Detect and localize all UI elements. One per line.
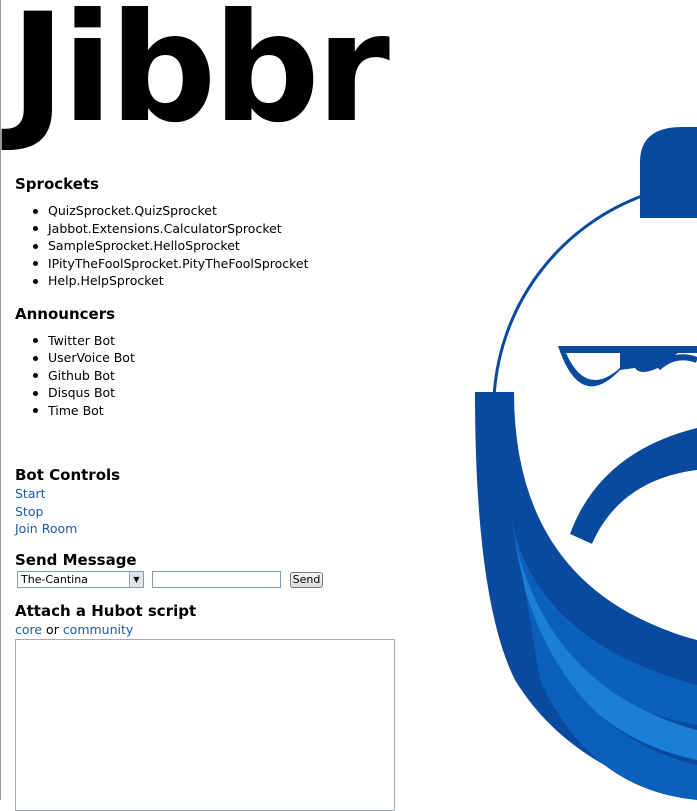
sprocket-item: Help.HelpSprocket: [33, 272, 455, 290]
announcers-section: Announcers Twitter Bot UserVoice Bot Git…: [15, 304, 455, 420]
stop-link[interactable]: Stop: [15, 503, 455, 521]
room-select-value: The-Cantina: [21, 573, 88, 586]
mascot-glasses: [558, 346, 697, 386]
announcer-item: Twitter Bot: [33, 332, 455, 350]
sprocket-item: IPityTheFoolSprocket.PityTheFoolSprocket: [33, 255, 455, 273]
announcer-item: UserVoice Bot: [33, 349, 455, 367]
message-input[interactable]: [152, 571, 281, 588]
site-logo: Jibbr: [10, 0, 386, 144]
chevron-down-icon[interactable]: ▼: [129, 572, 143, 587]
send-button[interactable]: Send: [290, 572, 323, 588]
sprockets-list: QuizSprocket.QuizSprocket Jabbot.Extensi…: [15, 202, 455, 290]
bot-controls-section: Bot Controls Start Stop Join Room: [15, 465, 455, 538]
mascot-hat: [640, 127, 697, 218]
main-content: Sprockets QuizSprocket.QuizSprocket Jabb…: [15, 174, 455, 811]
announcer-item: Disqus Bot: [33, 384, 455, 402]
announcer-item: Time Bot: [33, 402, 455, 420]
send-message-row: The-Cantina ▼ Send: [15, 570, 455, 590]
sprocket-item: Jabbot.Extensions.CalculatorSprocket: [33, 220, 455, 238]
announcers-heading: Announcers: [15, 304, 455, 324]
mascot-illustration: [470, 120, 697, 800]
room-select[interactable]: The-Cantina ▼: [17, 571, 144, 588]
send-message-section: Send Message The-Cantina ▼ Send: [15, 550, 455, 590]
sprockets-heading: Sprockets: [15, 174, 455, 194]
sprockets-section: Sprockets QuizSprocket.QuizSprocket Jabb…: [15, 174, 455, 290]
announcers-list: Twitter Bot UserVoice Bot Github Bot Dis…: [15, 332, 455, 420]
announcer-item: Github Bot: [33, 367, 455, 385]
join-room-link[interactable]: Join Room: [15, 520, 455, 538]
hubot-script-section: Attach a Hubot script core or community: [15, 601, 455, 811]
bot-controls-heading: Bot Controls: [15, 465, 455, 485]
sprocket-item: QuizSprocket.QuizSprocket: [33, 202, 455, 220]
core-link[interactable]: core: [15, 622, 42, 637]
or-text: or: [42, 622, 63, 637]
page-left-border: [0, 0, 1, 800]
sprocket-item: SampleSprocket.HelloSprocket: [33, 237, 455, 255]
community-link[interactable]: community: [63, 622, 134, 637]
hubot-heading: Attach a Hubot script: [15, 601, 455, 621]
hubot-script-textarea[interactable]: [15, 639, 395, 811]
start-link[interactable]: Start: [15, 485, 455, 503]
hubot-source-links: core or community: [15, 621, 455, 639]
send-message-heading: Send Message: [15, 550, 455, 570]
